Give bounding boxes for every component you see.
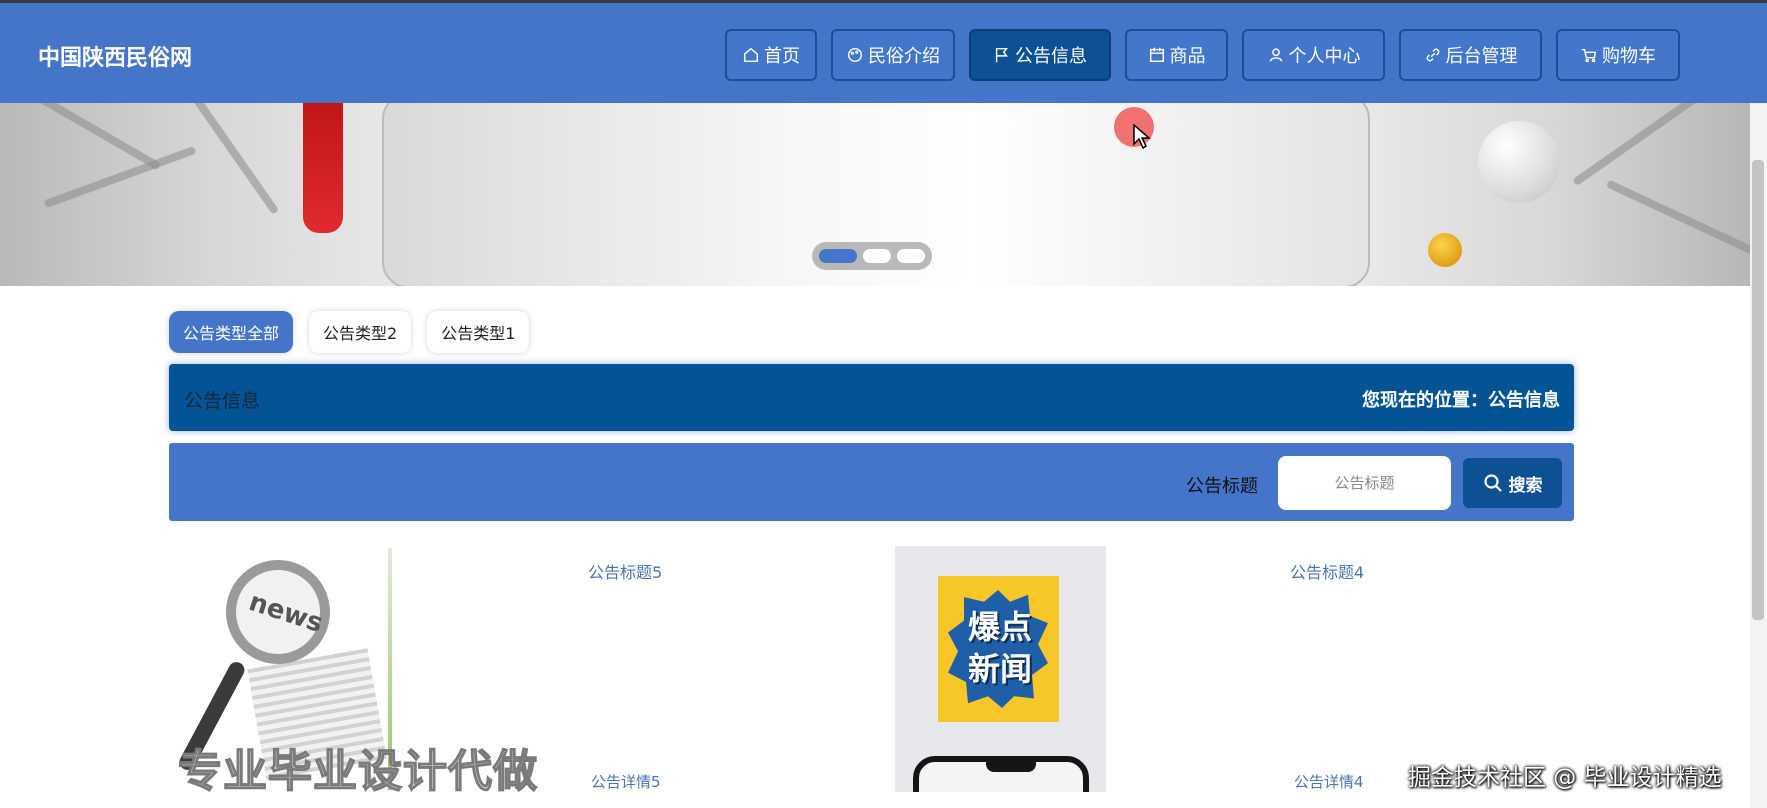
filter-chip-type-2[interactable]: 公告类型2 bbox=[309, 311, 412, 353]
section-header-bar: 公告信息 您现在的位置：公告信息 bbox=[169, 364, 1574, 431]
nav-announcement-label: 公告信息 bbox=[1015, 46, 1087, 67]
site-title[interactable]: 中国陕西民俗网 bbox=[38, 40, 192, 72]
page: 中国陕西民俗网 首页 民俗介绍 公告信息 商品 个人中心 后台管理 购物车 公告… bbox=[0, 0, 1767, 808]
watermark-left: 专业毕业设计代做 bbox=[177, 745, 538, 798]
decorative-leaf bbox=[18, 103, 162, 171]
search-button[interactable]: 搜索 bbox=[1463, 458, 1562, 508]
pearl-decoration bbox=[1478, 121, 1560, 203]
flag-icon bbox=[995, 47, 1008, 63]
announcement-image-2[interactable]: 爆点新闻 bbox=[895, 546, 1106, 792]
nav-folk-intro-button[interactable]: 民俗介绍 bbox=[831, 29, 955, 81]
decorative-leaf bbox=[180, 103, 280, 215]
nav-folk-intro-label: 民俗介绍 bbox=[868, 46, 940, 67]
palette-icon bbox=[847, 47, 863, 63]
scrollbar-thumb[interactable] bbox=[1752, 160, 1764, 620]
phone-graphic bbox=[913, 756, 1089, 792]
nav-products-label: 商品 bbox=[1169, 46, 1206, 67]
cart-icon bbox=[1581, 48, 1597, 63]
banner-carousel[interactable] bbox=[0, 103, 1767, 286]
nav-cart-button[interactable]: 购物车 bbox=[1556, 29, 1680, 81]
nav-admin-button[interactable]: 后台管理 bbox=[1399, 29, 1542, 81]
main-nav: 首页 民俗介绍 公告信息 商品 个人中心 后台管理 购物车 bbox=[725, 29, 1680, 81]
announcement-detail-1[interactable]: 公告详情5 bbox=[591, 771, 661, 792]
news-poster-graphic: 爆点新闻 bbox=[938, 576, 1059, 722]
filter-chip-all[interactable]: 公告类型全部 bbox=[169, 311, 294, 353]
nav-home-label: 首页 bbox=[764, 46, 800, 67]
search-label: 公告标题 bbox=[1186, 476, 1258, 497]
search-button-label: 搜索 bbox=[1508, 475, 1543, 496]
carousel-dot-3[interactable] bbox=[897, 249, 925, 263]
mouse-pointer-icon bbox=[1133, 124, 1151, 150]
nav-products-button[interactable]: 商品 bbox=[1125, 29, 1228, 81]
search-icon bbox=[1483, 474, 1502, 492]
search-input[interactable] bbox=[1278, 456, 1451, 510]
nav-home-button[interactable]: 首页 bbox=[725, 29, 817, 81]
nav-personal-center-label: 个人中心 bbox=[1288, 46, 1361, 67]
nav-cart-label: 购物车 bbox=[1602, 46, 1656, 67]
top-navbar: 中国陕西民俗网 首页 民俗介绍 公告信息 商品 个人中心 后台管理 购物车 bbox=[0, 0, 1767, 103]
filter-chip-type-1[interactable]: 公告类型1 bbox=[427, 311, 530, 353]
nav-announcement-button[interactable]: 公告信息 bbox=[969, 29, 1111, 81]
breadcrumb: 您现在的位置：公告信息 bbox=[1362, 390, 1560, 411]
phone-notch bbox=[986, 762, 1036, 772]
announcement-title-2[interactable]: 公告标题4 bbox=[1290, 559, 1364, 583]
nav-personal-center-button[interactable]: 个人中心 bbox=[1242, 29, 1385, 81]
section-title: 公告信息 bbox=[184, 390, 261, 412]
santa-hat-decoration bbox=[303, 103, 343, 233]
search-bar: 公告标题 搜索 bbox=[169, 443, 1574, 521]
home-icon bbox=[743, 47, 759, 63]
breaking-news-image-text: 爆点新闻 bbox=[967, 608, 1032, 688]
nav-admin-label: 后台管理 bbox=[1445, 46, 1518, 67]
announcement-detail-2[interactable]: 公告详情4 bbox=[1294, 771, 1364, 792]
decorative-leaf bbox=[43, 145, 197, 209]
carousel-indicators bbox=[812, 242, 932, 270]
carousel-dot-1[interactable] bbox=[819, 249, 857, 263]
coin-decoration bbox=[1428, 233, 1462, 267]
announcement-type-filter: 公告类型全部 公告类型2 公告类型1 bbox=[169, 311, 530, 353]
announcement-title-1[interactable]: 公告标题5 bbox=[588, 559, 662, 583]
decorative-leaf bbox=[1605, 179, 1755, 255]
user-icon bbox=[1269, 48, 1282, 62]
carousel-dot-2[interactable] bbox=[863, 249, 891, 263]
link-icon bbox=[1426, 48, 1439, 62]
calendar-icon bbox=[1149, 47, 1164, 63]
watermark-right: 掘金技术社区 @ 毕业设计精选 bbox=[1408, 765, 1722, 791]
decorative-leaf bbox=[1572, 103, 1708, 187]
